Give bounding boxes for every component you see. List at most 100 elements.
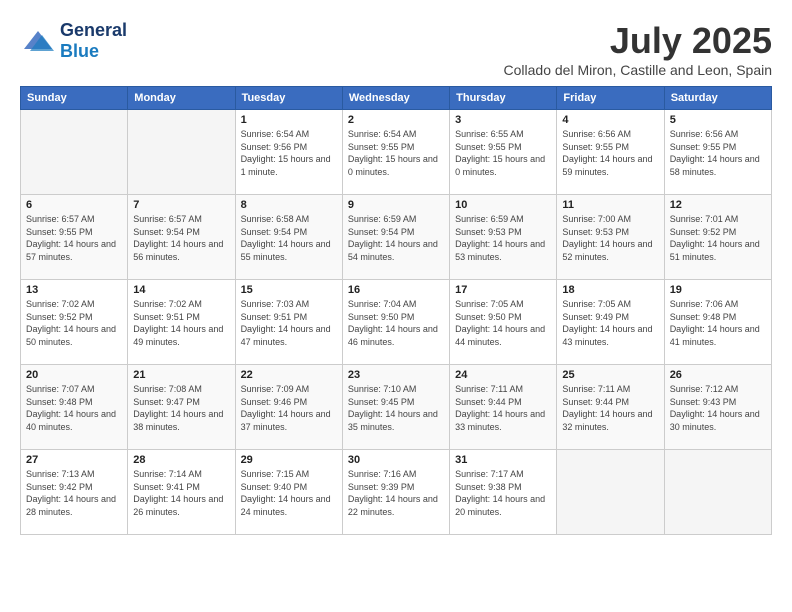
title-block: July 2025 Collado del Miron, Castille an…	[504, 20, 773, 78]
day-number: 28	[133, 454, 229, 466]
day-info: Sunrise: 7:07 AMSunset: 9:48 PMDaylight:…	[26, 383, 122, 433]
header-wednesday: Wednesday	[342, 87, 449, 110]
header-saturday: Saturday	[664, 87, 771, 110]
calendar-table: SundayMondayTuesdayWednesdayThursdayFrid…	[20, 86, 772, 535]
day-number: 26	[670, 369, 766, 381]
day-info: Sunrise: 6:57 AMSunset: 9:55 PMDaylight:…	[26, 213, 122, 263]
day-number: 5	[670, 114, 766, 126]
day-info: Sunrise: 6:56 AMSunset: 9:55 PMDaylight:…	[670, 128, 766, 178]
day-number: 18	[562, 284, 658, 296]
header-tuesday: Tuesday	[235, 87, 342, 110]
day-number: 1	[241, 114, 337, 126]
day-number: 9	[348, 199, 444, 211]
day-info: Sunrise: 7:17 AMSunset: 9:38 PMDaylight:…	[455, 468, 551, 518]
day-info: Sunrise: 6:59 AMSunset: 9:53 PMDaylight:…	[455, 213, 551, 263]
calendar-cell: 12 Sunrise: 7:01 AMSunset: 9:52 PMDayligh…	[664, 195, 771, 280]
day-info: Sunrise: 7:00 AMSunset: 9:53 PMDaylight:…	[562, 213, 658, 263]
day-number: 27	[26, 454, 122, 466]
calendar-cell: 18Sunrise: 7:05 AMSunset: 9:49 PMDayligh…	[557, 280, 664, 365]
calendar-cell: 3 Sunrise: 6:55 AMSunset: 9:55 PMDaylight…	[450, 110, 557, 195]
calendar-cell: 2 Sunrise: 6:54 AMSunset: 9:55 PMDaylight…	[342, 110, 449, 195]
day-number: 7	[133, 199, 229, 211]
logo-blue: Blue	[60, 41, 99, 61]
day-info: Sunrise: 6:57 AMSunset: 9:54 PMDaylight:…	[133, 213, 229, 263]
day-info: Sunrise: 6:55 AMSunset: 9:55 PMDaylight:…	[455, 128, 551, 178]
day-info: Sunrise: 7:08 AMSunset: 9:47 PMDaylight:…	[133, 383, 229, 433]
day-number: 13	[26, 284, 122, 296]
day-number: 10	[455, 199, 551, 211]
month-title: July 2025	[504, 20, 773, 62]
calendar-cell: 21 Sunrise: 7:08 AMSunset: 9:47 PMDayligh…	[128, 365, 235, 450]
calendar-week-row: 13 Sunrise: 7:02 AMSunset: 9:52 PMDayligh…	[21, 280, 772, 365]
calendar-cell: 20 Sunrise: 7:07 AMSunset: 9:48 PMDayligh…	[21, 365, 128, 450]
day-info: Sunrise: 6:58 AMSunset: 9:54 PMDaylight:…	[241, 213, 337, 263]
calendar-cell: 7 Sunrise: 6:57 AMSunset: 9:54 PMDaylight…	[128, 195, 235, 280]
day-number: 4	[562, 114, 658, 126]
calendar-cell: 24 Sunrise: 7:11 AMSunset: 9:44 PMDayligh…	[450, 365, 557, 450]
day-info: Sunrise: 7:11 AMSunset: 9:44 PMDaylight:…	[455, 383, 551, 433]
calendar-cell	[664, 450, 771, 535]
calendar-cell	[557, 450, 664, 535]
day-number: 2	[348, 114, 444, 126]
day-info: Sunrise: 7:09 AMSunset: 9:46 PMDaylight:…	[241, 383, 337, 433]
calendar-cell: 13 Sunrise: 7:02 AMSunset: 9:52 PMDayligh…	[21, 280, 128, 365]
day-info: Sunrise: 7:02 AMSunset: 9:52 PMDaylight:…	[26, 298, 122, 348]
day-number: 24	[455, 369, 551, 381]
day-number: 11	[562, 199, 658, 211]
calendar-cell: 22 Sunrise: 7:09 AMSunset: 9:46 PMDayligh…	[235, 365, 342, 450]
calendar-cell: 8 Sunrise: 6:58 AMSunset: 9:54 PMDaylight…	[235, 195, 342, 280]
header-monday: Monday	[128, 87, 235, 110]
day-number: 21	[133, 369, 229, 381]
calendar-cell: 9 Sunrise: 6:59 AMSunset: 9:54 PMDaylight…	[342, 195, 449, 280]
calendar-cell: 23Sunrise: 7:10 AMSunset: 9:45 PMDayligh…	[342, 365, 449, 450]
calendar-cell: 30Sunrise: 7:16 AMSunset: 9:39 PMDayligh…	[342, 450, 449, 535]
calendar-cell: 19 Sunrise: 7:06 AMSunset: 9:48 PMDayligh…	[664, 280, 771, 365]
day-number: 25	[562, 369, 658, 381]
day-number: 22	[241, 369, 337, 381]
calendar-cell: 15Sunrise: 7:03 AMSunset: 9:51 PMDayligh…	[235, 280, 342, 365]
day-info: Sunrise: 6:59 AMSunset: 9:54 PMDaylight:…	[348, 213, 444, 263]
day-info: Sunrise: 7:03 AMSunset: 9:51 PMDaylight:…	[241, 298, 337, 348]
day-info: Sunrise: 7:16 AMSunset: 9:39 PMDaylight:…	[348, 468, 444, 518]
day-info: Sunrise: 7:15 AMSunset: 9:40 PMDaylight:…	[241, 468, 337, 518]
day-number: 3	[455, 114, 551, 126]
day-number: 20	[26, 369, 122, 381]
calendar-cell: 28 Sunrise: 7:14 AMSunset: 9:41 PMDayligh…	[128, 450, 235, 535]
day-number: 16	[348, 284, 444, 296]
calendar-cell: 29 Sunrise: 7:15 AMSunset: 9:40 PMDayligh…	[235, 450, 342, 535]
day-number: 8	[241, 199, 337, 211]
calendar-cell: 16 Sunrise: 7:04 AMSunset: 9:50 PMDayligh…	[342, 280, 449, 365]
calendar-cell	[128, 110, 235, 195]
calendar-header-row: SundayMondayTuesdayWednesdayThursdayFrid…	[21, 87, 772, 110]
day-number: 17	[455, 284, 551, 296]
day-number: 29	[241, 454, 337, 466]
calendar-cell: 5 Sunrise: 6:56 AMSunset: 9:55 PMDaylight…	[664, 110, 771, 195]
day-info: Sunrise: 7:06 AMSunset: 9:48 PMDaylight:…	[670, 298, 766, 348]
calendar-cell: 14Sunrise: 7:02 AMSunset: 9:51 PMDayligh…	[128, 280, 235, 365]
calendar-cell	[21, 110, 128, 195]
calendar-cell: 17 Sunrise: 7:05 AMSunset: 9:50 PMDayligh…	[450, 280, 557, 365]
day-info: Sunrise: 7:05 AMSunset: 9:50 PMDaylight:…	[455, 298, 551, 348]
header-thursday: Thursday	[450, 87, 557, 110]
day-info: Sunrise: 7:10 AMSunset: 9:45 PMDaylight:…	[348, 383, 444, 433]
day-info: Sunrise: 7:04 AMSunset: 9:50 PMDaylight:…	[348, 298, 444, 348]
day-info: Sunrise: 7:12 AMSunset: 9:43 PMDaylight:…	[670, 383, 766, 433]
header-friday: Friday	[557, 87, 664, 110]
calendar-cell: 4 Sunrise: 6:56 AMSunset: 9:55 PMDaylight…	[557, 110, 664, 195]
calendar-cell: 1Sunrise: 6:54 AMSunset: 9:56 PMDaylight…	[235, 110, 342, 195]
calendar-cell: 25Sunrise: 7:11 AMSunset: 9:44 PMDayligh…	[557, 365, 664, 450]
calendar-cell: 27Sunrise: 7:13 AMSunset: 9:42 PMDayligh…	[21, 450, 128, 535]
day-info: Sunrise: 7:14 AMSunset: 9:41 PMDaylight:…	[133, 468, 229, 518]
day-number: 31	[455, 454, 551, 466]
day-info: Sunrise: 6:54 AMSunset: 9:55 PMDaylight:…	[348, 128, 444, 178]
day-number: 19	[670, 284, 766, 296]
calendar-week-row: 6 Sunrise: 6:57 AMSunset: 9:55 PMDaylight…	[21, 195, 772, 280]
day-info: Sunrise: 6:56 AMSunset: 9:55 PMDaylight:…	[562, 128, 658, 178]
logo-icon	[20, 27, 56, 55]
calendar-cell: 31 Sunrise: 7:17 AMSunset: 9:38 PMDayligh…	[450, 450, 557, 535]
day-number: 12	[670, 199, 766, 211]
calendar-cell: 6 Sunrise: 6:57 AMSunset: 9:55 PMDaylight…	[21, 195, 128, 280]
day-number: 6	[26, 199, 122, 211]
day-info: Sunrise: 7:01 AMSunset: 9:52 PMDaylight:…	[670, 213, 766, 263]
calendar-cell: 11 Sunrise: 7:00 AMSunset: 9:53 PMDayligh…	[557, 195, 664, 280]
